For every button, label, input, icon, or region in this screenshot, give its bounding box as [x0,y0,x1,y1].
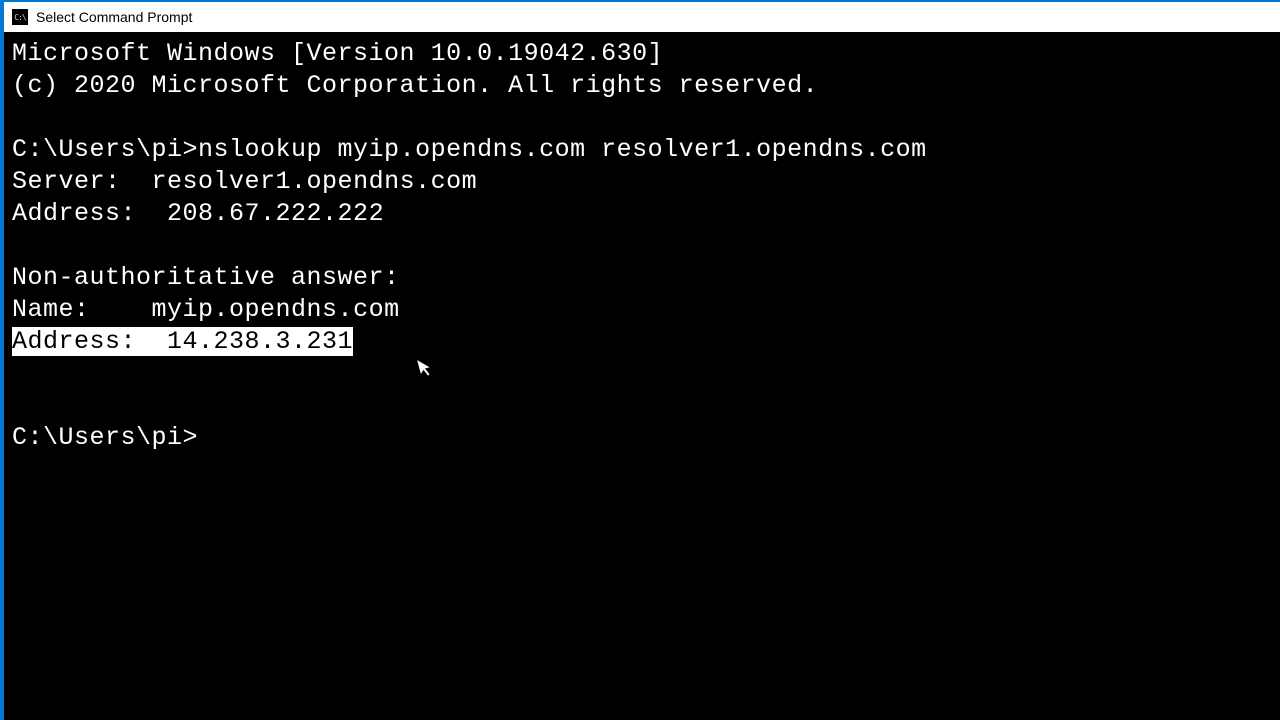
command-prompt-window: C:\ Select Command Prompt Microsoft Wind… [4,2,1280,720]
prompt-line-2: C:\Users\pi> [12,422,1280,454]
nonauth-line: Non-authoritative answer: [12,262,1280,294]
blank-line [12,102,1280,134]
address-line-1: Address: 208.67.222.222 [12,198,1280,230]
address-line-2: Address: 14.238.3.231 [12,326,1280,358]
address-label: Address: [12,199,167,228]
selected-text: Address: 14.238.3.231 [12,327,353,356]
blank-line [12,230,1280,262]
name-line: Name: myip.opendns.com [12,294,1280,326]
cmd-icon: C:\ [12,9,28,25]
name-label: Name: [12,295,152,324]
prompt-path: C:\Users\pi> [12,135,198,164]
address-value: 208.67.222.222 [167,199,384,228]
name-value: myip.opendns.com [152,295,400,324]
server-line: Server: resolver1.opendns.com [12,166,1280,198]
titlebar[interactable]: C:\ Select Command Prompt [4,2,1280,32]
prompt-line-1: C:\Users\pi>nslookup myip.opendns.com re… [12,134,1280,166]
blank-line [12,390,1280,422]
blank-line [12,358,1280,390]
server-value: resolver1.opendns.com [152,167,478,196]
command-text: nslookup myip.opendns.com resolver1.open… [198,135,927,164]
window-title: Select Command Prompt [36,9,192,25]
banner-version: Microsoft Windows [Version 10.0.19042.63… [12,38,1280,70]
banner-copyright: (c) 2020 Microsoft Corporation. All righ… [12,70,1280,102]
terminal-output[interactable]: Microsoft Windows [Version 10.0.19042.63… [4,32,1280,720]
server-label: Server: [12,167,152,196]
